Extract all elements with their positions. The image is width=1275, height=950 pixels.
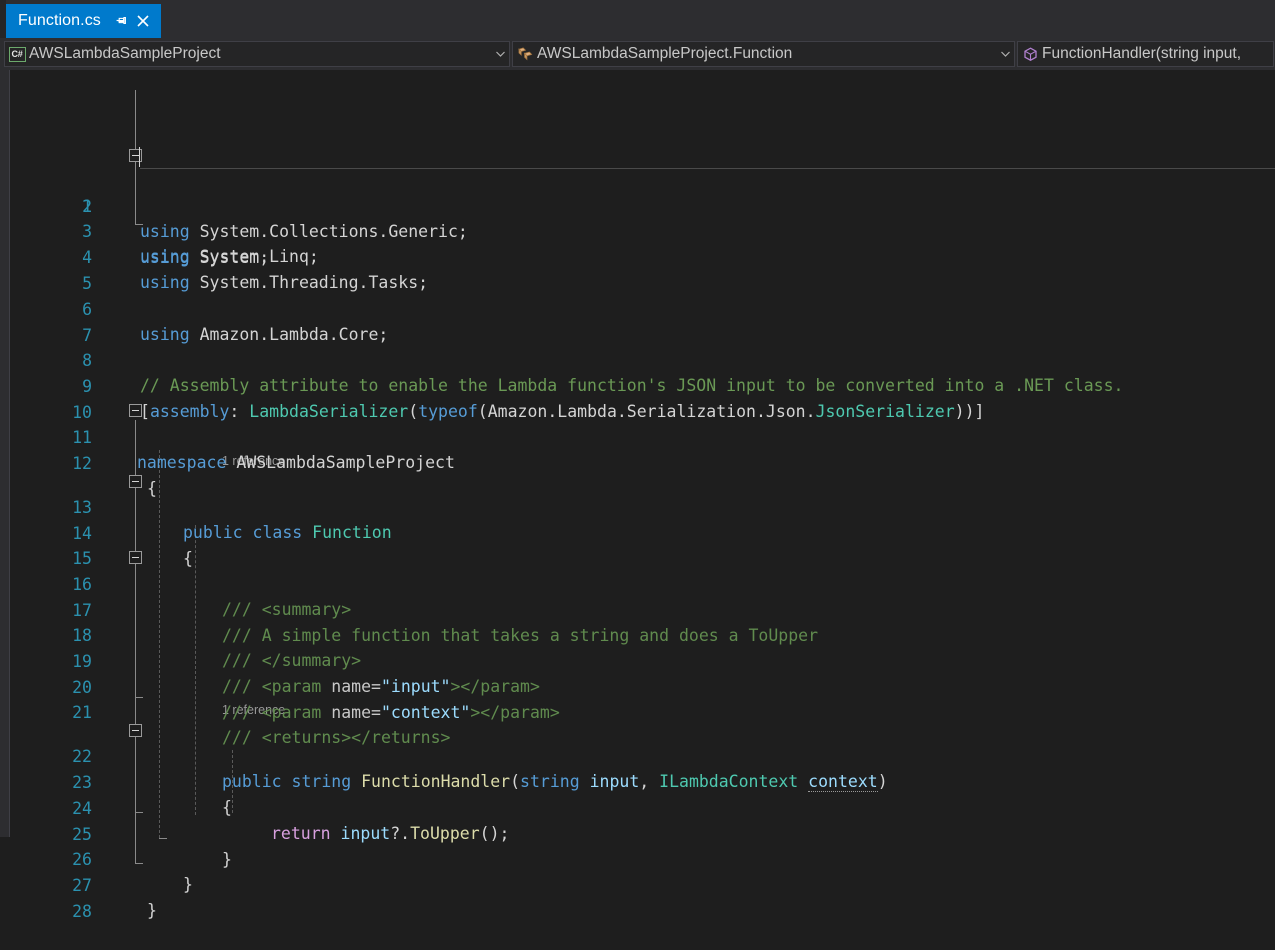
current-line-highlight: [140, 144, 1275, 169]
code-line-27-text: }: [147, 898, 157, 923]
document-tab-strip: Function.cs: [0, 0, 1275, 38]
member-dropdown[interactable]: FunctionHandler(string input,: [1017, 41, 1274, 67]
type-dropdown[interactable]: AWSLambdaSampleProject.Function: [512, 41, 1015, 67]
project-dropdown-label: AWSLambdaSampleProject: [29, 45, 491, 63]
code-line-8[interactable]: 8 // Assembly attribute to enable the La…: [0, 323, 1275, 348]
navigation-bar: C# AWSLambdaSampleProject AWSLambdaSampl…: [0, 38, 1275, 70]
code-line-7[interactable]: 7: [0, 298, 1275, 323]
code-line-14[interactable]: 14 {: [0, 496, 1275, 521]
csharp-badge-label: C#: [9, 47, 26, 62]
code-line-5[interactable]: 5: [0, 246, 1275, 271]
pin-icon[interactable]: [113, 11, 133, 31]
close-icon[interactable]: [133, 11, 153, 31]
code-line-21[interactable]: 21 /// <returns></returns>: [0, 675, 1275, 700]
code-line-10[interactable]: 10: [0, 375, 1275, 400]
code-line-13[interactable]: 13 public class Function: [0, 470, 1275, 495]
code-line-15[interactable]: 15: [0, 521, 1275, 546]
code-line-17[interactable]: 17 /// A simple function that takes a st…: [0, 573, 1275, 598]
code-line-11[interactable]: 11 namespace AWSLambdaSampleProject: [0, 400, 1275, 425]
code-line-19[interactable]: 19 /// <param name="input"></param>: [0, 624, 1275, 649]
line-number-28: 28: [0, 899, 92, 924]
text-caret: [139, 147, 140, 167]
code-line-4[interactable]: 4 using System.Threading.Tasks;: [0, 220, 1275, 245]
code-editor[interactable]: 1 reference 1 reference 1 using System; …: [0, 70, 1275, 837]
code-line-23[interactable]: 23 {: [0, 745, 1275, 770]
chevron-down-icon[interactable]: [491, 51, 509, 57]
code-line-22[interactable]: 22 public string FunctionHandler(string …: [0, 719, 1275, 744]
code-line-26[interactable]: 26 }: [0, 822, 1275, 847]
csharp-file-icon: C#: [5, 47, 29, 62]
code-line-6[interactable]: 6 using Amazon.Lambda.Core;: [0, 272, 1275, 297]
code-line-20[interactable]: 20 /// <param name="context"></param>: [0, 650, 1275, 675]
code-line-16[interactable]: 16 /// <summary>: [0, 547, 1275, 572]
type-dropdown-label: AWSLambdaSampleProject.Function: [537, 45, 996, 63]
code-line-2[interactable]: 2 using System.Collections.Generic;: [0, 169, 1275, 194]
code-line-24[interactable]: 24 return input?.ToUpper();: [0, 771, 1275, 796]
class-icon: [513, 46, 537, 63]
method-icon: [1018, 46, 1042, 63]
member-dropdown-label: FunctionHandler(string input,: [1042, 45, 1273, 63]
code-line-9[interactable]: 9 [assembly: LambdaSerializer(typeof(Ama…: [0, 349, 1275, 374]
code-line-3[interactable]: 3 using System.Linq;: [0, 194, 1275, 219]
document-tab-label: Function.cs: [18, 12, 101, 30]
code-line-27[interactable]: 27 }: [0, 848, 1275, 873]
code-line-25[interactable]: 25 }: [0, 797, 1275, 822]
project-dropdown[interactable]: C# AWSLambdaSampleProject: [4, 41, 510, 67]
code-line-12[interactable]: 12 {: [0, 426, 1275, 451]
document-tab-function-cs[interactable]: Function.cs: [6, 4, 161, 38]
chevron-down-icon[interactable]: [996, 51, 1014, 57]
code-line-28[interactable]: 28: [0, 874, 1275, 899]
code-surface[interactable]: 1 reference 1 reference 1 using System; …: [0, 70, 1275, 837]
code-line-18[interactable]: 18 /// </summary>: [0, 598, 1275, 623]
code-line-1[interactable]: 1 using System;: [0, 144, 1275, 169]
